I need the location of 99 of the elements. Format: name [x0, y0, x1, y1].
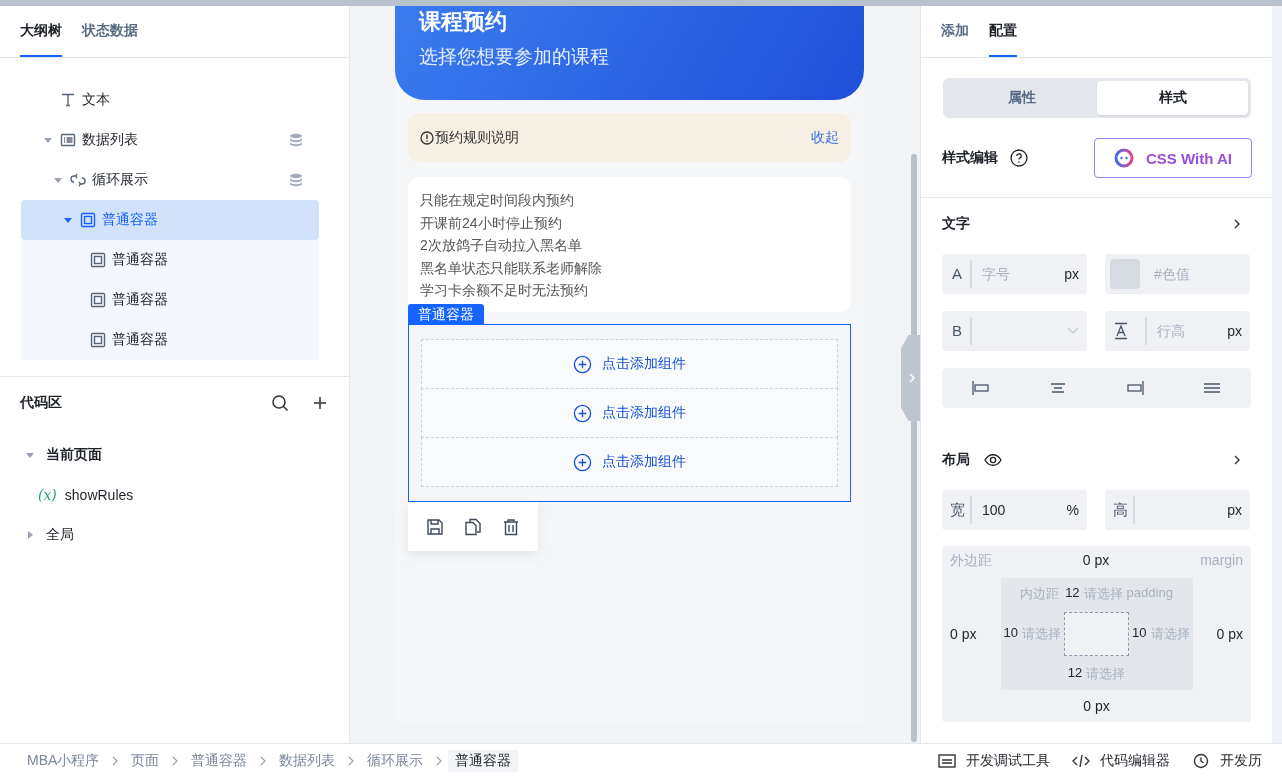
page-subtitle: 选择您想要参加的课程 — [419, 45, 610, 69]
section-title: 文字 — [942, 215, 970, 233]
tree-item[interactable]: 当前页面 — [20, 435, 329, 475]
tree-item[interactable]: 普通容器 — [21, 320, 319, 360]
field-label: padding — [1126, 585, 1173, 602]
dropdown-icon — [1067, 327, 1079, 335]
add-icon — [573, 452, 592, 472]
justify-icon[interactable] — [1202, 380, 1223, 396]
align-left-icon[interactable] — [970, 380, 991, 396]
unit-text: px — [1064, 266, 1079, 282]
container-frame[interactable]: 点击添加组件 点击添加组件 点击添加组件 — [408, 324, 851, 502]
breadcrumb-item[interactable]: 普通容器 — [184, 749, 255, 772]
field-prefix: 高 — [1113, 496, 1135, 524]
tree-item[interactable]: 全局 — [20, 515, 329, 555]
breadcrumb-item[interactable]: 页面 — [124, 749, 167, 772]
segment[interactable]: 属性 — [946, 81, 1097, 115]
rule-text: 黑名单状态只能联系老师解除 — [420, 258, 603, 278]
toolbar-button[interactable]: 代码编辑器 — [1072, 751, 1170, 770]
help-icon[interactable] — [1010, 149, 1028, 167]
breadcrumb-item[interactable]: 数据列表 — [272, 749, 343, 772]
add-icon[interactable] — [311, 394, 329, 412]
loop-icon — [70, 172, 86, 188]
field-label: margin — [1200, 552, 1243, 568]
rule-text: 2次放鸽子自动拉入黑名单 — [420, 236, 583, 255]
tab[interactable]: 配置 — [989, 6, 1017, 57]
field-label: 外边距 — [950, 552, 992, 568]
rule-text: 只能在规定时间段内预约 — [420, 191, 575, 210]
field-prefix: A — [950, 260, 972, 288]
panel-icon — [938, 752, 956, 769]
variable-icon: (x) — [38, 487, 57, 503]
breadcrumb-item[interactable]: 循环展示 — [360, 749, 431, 772]
collapse-link[interactable]: 收起 — [811, 128, 839, 147]
input-field[interactable]: 100 — [982, 502, 1067, 518]
add-icon — [573, 354, 592, 374]
padding-value[interactable]: 10 — [1132, 625, 1147, 643]
tab[interactable]: 大纲树 — [20, 6, 62, 57]
padding-value[interactable]: 12 — [1065, 585, 1080, 603]
tab[interactable]: 状态数据 — [82, 6, 138, 57]
section-title: 代码区 — [20, 394, 63, 412]
container-icon — [90, 292, 106, 308]
list-icon — [60, 132, 76, 148]
info-icon — [420, 130, 434, 145]
add-component-slot[interactable]: 点击添加组件 — [421, 388, 838, 438]
unit-text: % — [1066, 502, 1079, 518]
field-prefix: 宽 — [950, 496, 972, 524]
field-prefix: B — [950, 317, 972, 345]
container-icon — [80, 212, 96, 228]
margin-value[interactable]: 0 px — [1082, 552, 1110, 568]
margin-value[interactable]: 0 px — [1216, 626, 1243, 642]
rule-text: 学习卡余额不足时无法预约 — [420, 281, 589, 300]
margin-value[interactable]: 0 px — [950, 626, 977, 642]
tree-item[interactable]: 文本 — [21, 80, 319, 120]
chevron-icon — [907, 372, 917, 384]
text-icon — [60, 92, 76, 108]
margin-value[interactable]: 0 px — [1083, 698, 1110, 714]
clock-icon — [1192, 752, 1210, 769]
input-field[interactable]: 行高 — [1157, 323, 1228, 339]
breadcrumb-item[interactable]: MBA小程序 — [20, 749, 107, 772]
container-icon — [90, 252, 106, 268]
segment[interactable]: 样式 — [1097, 81, 1248, 115]
breadcrumb-item[interactable]: 普通容器 — [448, 749, 519, 772]
line-height-icon — [1113, 322, 1129, 340]
container-icon — [90, 332, 106, 348]
toolbar-button[interactable]: 开发历 — [1192, 751, 1262, 770]
align-right-icon[interactable] — [1125, 380, 1146, 396]
padding-value[interactable]: 12 — [1067, 665, 1083, 683]
tree-item[interactable]: 普通容器 — [21, 200, 319, 240]
notice-text: 预约规则说明 — [435, 128, 520, 147]
unit-text: px — [1227, 323, 1242, 339]
copy-icon[interactable] — [464, 517, 482, 536]
code-icon — [1072, 752, 1090, 769]
content-box — [1063, 612, 1130, 656]
add-component-slot[interactable]: 点击添加组件 — [421, 339, 838, 389]
color-swatch[interactable] — [1110, 259, 1140, 289]
rule-text: 开课前24小时停止预约 — [420, 213, 563, 233]
input-field[interactable]: 字号 — [982, 266, 1065, 282]
field-label: 样式编辑 — [942, 149, 998, 167]
search-icon[interactable] — [271, 394, 289, 412]
tree-item[interactable]: 普通容器 — [21, 280, 319, 320]
tree-item[interactable]: 循环展示 — [21, 160, 319, 200]
chat-bubble-icon — [1114, 148, 1134, 168]
save-icon[interactable] — [426, 517, 444, 536]
tree-item[interactable]: (x) showRules — [20, 475, 329, 515]
tab[interactable]: 添加 — [941, 6, 969, 57]
tree-item[interactable]: 普通容器 — [21, 240, 319, 280]
section-title: 布局 — [942, 451, 970, 469]
add-component-slot[interactable]: 点击添加组件 — [421, 437, 838, 487]
input-field[interactable]: #色值 — [1154, 266, 1242, 282]
tree-item[interactable]: 数据列表 — [21, 120, 319, 160]
toolbar-button[interactable]: 开发调试工具 — [938, 751, 1050, 770]
delete-icon[interactable] — [502, 517, 520, 536]
add-icon — [573, 403, 592, 423]
panel-toggle[interactable] — [901, 335, 920, 421]
eye-icon[interactable] — [984, 453, 1002, 467]
padding-value[interactable]: 10 — [1003, 625, 1018, 643]
ai-button[interactable]: CSS With AI — [1094, 138, 1252, 178]
unit-text: px — [1227, 502, 1242, 518]
page-title: 课程预约 — [419, 8, 508, 36]
container-tag: 普通容器 — [408, 304, 484, 324]
